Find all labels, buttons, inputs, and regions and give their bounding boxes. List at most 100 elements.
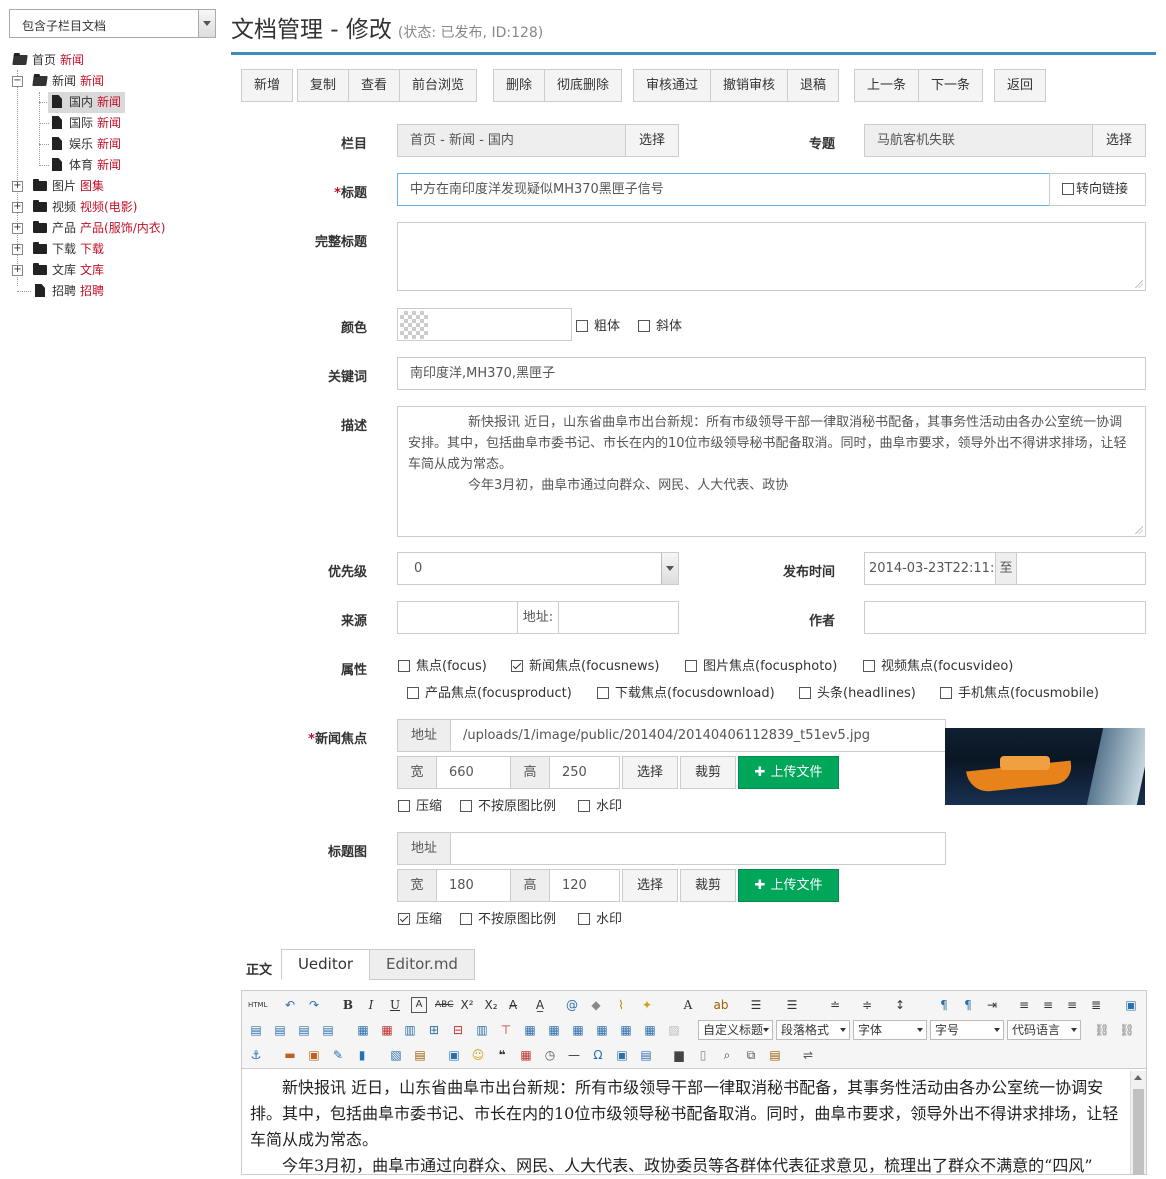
approve-button[interactable]: 审核通过 [633,69,712,102]
source-input[interactable] [397,601,518,634]
unordered-list-icon[interactable]: ☰ [784,997,800,1013]
insert-video-icon[interactable]: ▮ [354,1047,370,1063]
focus-width-input[interactable]: 660 [436,756,511,789]
ltr-icon[interactable]: ¶ [936,997,952,1013]
row-spacing-top-icon[interactable]: ≐ [827,997,843,1013]
insert-table-icon[interactable]: ▦ [355,1022,371,1038]
fullscreen-icon[interactable]: ▣ [1123,997,1139,1013]
split-rows-icon[interactable]: ▦ [618,1022,634,1038]
row-spacing-bottom-icon[interactable]: ≑ [859,997,875,1013]
focus-upload-button[interactable]: ✚ 上传文件 [738,756,839,789]
focus-path-input[interactable]: /uploads/1/image/public/201404/201404061… [450,719,946,752]
format-brush-icon[interactable]: ⌇ [613,997,629,1013]
attr-headlines-checkbox[interactable] [799,687,811,699]
resize-grip-icon[interactable] [1135,526,1143,534]
template-icon[interactable]: ▤ [412,1047,428,1063]
editor-body[interactable]: 新快报讯 近日，山东省曲阜市出台新规：所有市级领导干部一律取消秘书配备，其事务性… [250,1075,1125,1179]
keywords-input[interactable]: 南印度洋,MH370,黑匣子 [397,357,1146,390]
anchor-icon[interactable]: ⚓ [248,1047,264,1063]
date-icon[interactable]: ▦ [518,1047,534,1063]
next-button[interactable]: 下一条 [918,69,984,102]
thumb-watermark-option[interactable]: 水印 [578,912,622,928]
subscript-icon[interactable]: X₂ [483,997,499,1013]
attr-focusmobile-checkbox[interactable] [940,687,952,699]
tree-node-library[interactable]: 文库 文库 [33,260,104,281]
attachment-icon[interactable]: ✎ [330,1047,346,1063]
code-language-dropdown[interactable]: 代码语言 [1007,1020,1081,1040]
tree-node-products[interactable]: 产品 产品(服饰/内衣) [33,218,165,239]
quote-icon[interactable]: ❝ [494,1047,510,1063]
unlink-icon[interactable]: ⛓ [1119,1022,1135,1038]
attr-focusvideo-checkbox[interactable] [863,660,875,672]
attr-focusmobile[interactable]: 手机焦点(focusmobile) [940,686,1099,702]
block-quote-icon[interactable]: @ [564,997,580,1013]
image-center-icon[interactable]: ▤ [320,1022,336,1038]
font-size-dropdown[interactable]: 字号 [930,1020,1004,1040]
attr-focusdownload[interactable]: 下载焦点(focusdownload) [597,686,775,702]
focus-ratio-checkbox[interactable] [460,800,472,812]
format-match-icon[interactable]: A̶ [505,997,521,1013]
delete-col-icon[interactable]: ⊤ [498,1022,514,1038]
insert-row-icon[interactable]: ⊞ [426,1022,442,1038]
bold-icon[interactable]: B [340,997,356,1013]
tree-node-download[interactable]: 下载 下载 [33,239,104,260]
attr-focusdownload-checkbox[interactable] [597,687,609,699]
tree-node-news[interactable]: 新闻 新闻 [32,71,104,92]
search-replace-icon[interactable]: ⌕ [719,1047,735,1063]
image-left-icon[interactable]: ▤ [272,1022,288,1038]
font-family-dropdown[interactable]: 字体 [853,1020,927,1040]
web-image-icon[interactable]: ▤ [638,1047,654,1063]
split-cells-icon[interactable]: ▦ [594,1022,610,1038]
description-textarea[interactable]: 新快报讯 近日，山东省曲阜市出台新规：所有市级领导干部一律取消秘书配备，其事务性… [397,406,1146,537]
color-swatch[interactable] [400,311,428,339]
line-height-icon[interactable]: ↕ [892,997,908,1013]
priority-select[interactable]: 0 [397,552,679,585]
thumb-width-input[interactable]: 180 [436,869,511,902]
special-select-button[interactable]: 选择 [1092,124,1146,157]
attr-headlines[interactable]: 头条(headlines) [799,686,916,702]
full-title-textarea[interactable] [397,222,1146,291]
custom-title-dropdown[interactable]: 自定义标题 [698,1020,773,1040]
simple-upload-icon[interactable]: ▬ [282,1047,298,1063]
expand-icon[interactable]: + [12,202,23,213]
page-break-icon[interactable]: ⇌ [800,1047,816,1063]
underline-icon[interactable]: U [387,997,403,1013]
tree-node-jobs[interactable]: 招聘 招聘 [35,281,104,302]
magic-icon[interactable]: ✦ [639,997,655,1013]
copy-button[interactable]: 复制 [297,69,350,102]
align-right-icon[interactable]: ≡ [1064,997,1080,1013]
merge-cells-icon[interactable]: ▦ [522,1022,538,1038]
tree-node-home[interactable]: 首页 新闻 [12,50,84,71]
image-none-icon[interactable]: ▤ [248,1022,264,1038]
insert-paragraph-icon[interactable]: ▥ [402,1022,418,1038]
insert-image-icon[interactable]: ▣ [306,1047,322,1063]
delete-table-icon[interactable]: ▦ [379,1022,395,1038]
thumb-ratio-option[interactable]: 不按原图比例 [460,912,556,928]
frontend-preview-button[interactable]: 前台浏览 [399,69,478,102]
attr-focusnews[interactable]: 新闻焦点(focusnews) [511,659,659,675]
attr-focus-checkbox[interactable] [398,660,410,672]
align-left-icon[interactable]: ≡ [1016,997,1032,1013]
italic-option[interactable]: 斜体 [638,319,682,335]
resize-grip-icon[interactable] [1135,280,1143,288]
special-field[interactable]: 马航客机失联 [864,124,1094,157]
indent-icon[interactable]: ⇥ [984,997,1000,1013]
focus-select-button[interactable]: 选择 [622,756,678,789]
rtl-icon[interactable]: ¶ [960,997,976,1013]
focus-compress-checkbox[interactable] [398,800,410,812]
thumb-height-input[interactable]: 120 [549,869,620,902]
merge-down-icon[interactable]: ▦ [570,1022,586,1038]
thumb-select-button[interactable]: 选择 [622,869,678,902]
special-chars-icon[interactable]: Ω [590,1047,606,1063]
tree-node-international[interactable]: 国际 新闻 [52,113,121,134]
drafts-icon[interactable]: ⧉ [743,1047,759,1063]
horizontal-rule-icon[interactable]: — [566,1047,582,1063]
thumb-compress-option[interactable]: 压缩 [398,912,442,928]
previous-button[interactable]: 上一条 [854,69,920,102]
reject-button[interactable]: 退稿 [787,69,840,102]
pubdate-start-input[interactable]: 2014-03-23T22:11: [864,552,996,585]
word-image-icon[interactable]: ▧ [388,1047,404,1063]
expand-icon[interactable]: + [12,265,23,276]
chart-icon[interactable]: ▨ [666,1022,682,1038]
title-input[interactable]: 中方在南印度洋发现疑似MH370黑匣子信号 [397,173,1050,206]
